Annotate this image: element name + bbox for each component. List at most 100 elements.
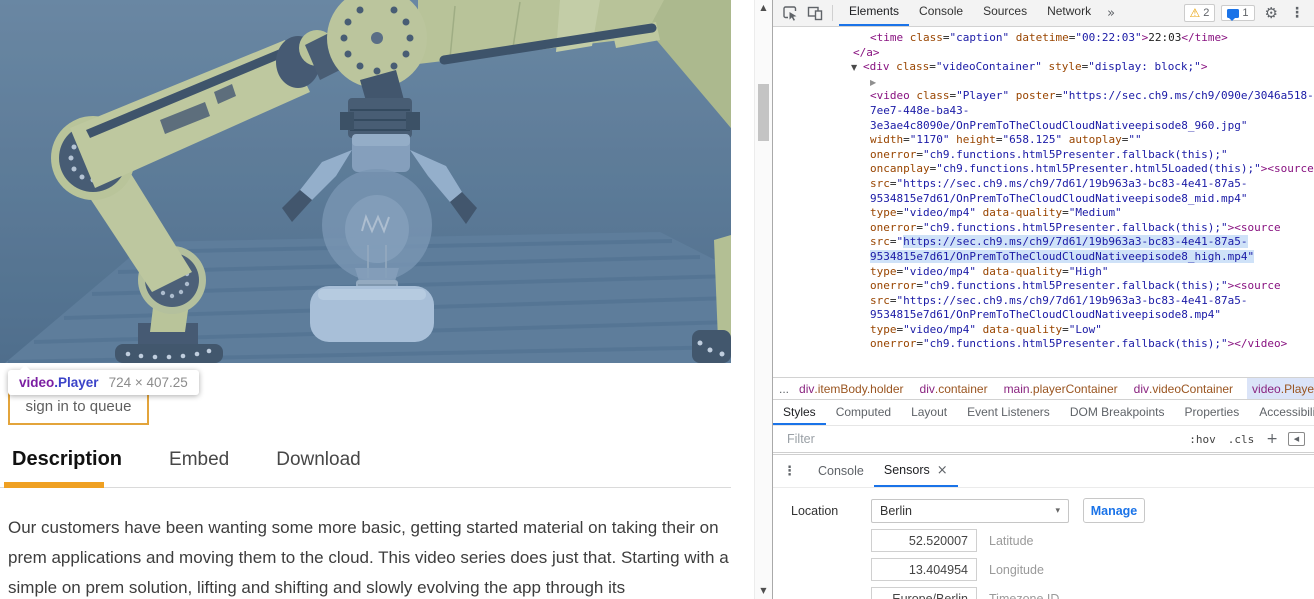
message-bubble-icon xyxy=(1227,8,1240,21)
breadcrumb-item-div[interactable]: div .container xyxy=(918,378,990,400)
devtools-tab-console[interactable]: Console xyxy=(909,0,973,26)
breadcrumb-item-div[interactable]: div .itemBody.holder xyxy=(797,378,906,400)
chevron-down-icon: ▾ xyxy=(1055,505,1060,516)
longitude-input[interactable]: 13.404954 xyxy=(871,558,977,581)
breadcrumb-item-main[interactable]: main .playerContainer xyxy=(1002,378,1120,400)
code-line[interactable]: onerror="ch9.functions.html5Presenter.fa… xyxy=(773,337,1314,352)
styles-tab-accessibility[interactable]: Accessibility xyxy=(1249,400,1314,425)
code-line[interactable]: 7ee7-448e-ba43- xyxy=(773,104,1314,119)
code-line[interactable]: type="video/mp4" data-quality="Low" xyxy=(773,323,1314,338)
styles-tab-computed[interactable]: Computed xyxy=(826,400,901,425)
tab-description[interactable]: Description xyxy=(12,448,122,471)
dock-sidebar-icon[interactable]: ◀ xyxy=(1288,432,1305,446)
scrollbar-thumb[interactable] xyxy=(758,84,769,141)
tooltip-element-dimensions: 724 × 407.25 xyxy=(108,375,188,390)
new-style-rule-button[interactable]: + xyxy=(1266,431,1278,447)
devtools-tab-elements[interactable]: Elements xyxy=(839,0,910,26)
location-select[interactable]: Berlin ▾ xyxy=(871,498,1069,523)
code-line[interactable]: src="https://sec.ch9.ms/ch9/7d61/19b963a… xyxy=(773,235,1314,250)
code-line[interactable]: <time class="caption" datetime="00:22:03… xyxy=(773,31,1314,46)
location-selected-value: Berlin xyxy=(880,503,912,518)
drawer-tab-sensors[interactable]: Sensors × xyxy=(873,455,958,487)
geolocation-field-row: 13.404954 Longitude xyxy=(871,558,1314,581)
warning-icon: ⚠ xyxy=(1189,6,1201,20)
active-tab-underline xyxy=(4,482,104,488)
sensors-panel: Location Berlin ▾ Manage 52.520007 Latitu… xyxy=(773,488,1314,599)
code-line[interactable]: </a> xyxy=(773,46,1314,61)
geolocation-field-row: Europe/Berlin Timezone ID xyxy=(871,587,1314,599)
breadcrumb-item-video[interactable]: video.Player xyxy=(1247,378,1314,400)
warning-count: 2 xyxy=(1203,7,1210,19)
inspect-element-icon[interactable] xyxy=(782,5,798,21)
code-line[interactable]: <video class="Player" poster="https://se… xyxy=(773,89,1314,104)
manage-locations-button[interactable]: Manage xyxy=(1083,498,1145,523)
elements-tree[interactable]: <time class="caption" datetime="00:22:03… xyxy=(773,26,1314,382)
devtools-panel: Elements Console Sources Network » ⚠ 2 1 ⚙ … xyxy=(772,0,1314,599)
screen: sign in to queue video .Player 724 × 407.… xyxy=(0,0,1314,599)
geolocation-field-row: 52.520007 Latitude xyxy=(871,529,1314,552)
code-line[interactable]: src="https://sec.ch9.ms/ch9/7d61/19b963a… xyxy=(773,177,1314,192)
tab-embed[interactable]: Embed xyxy=(169,449,229,471)
video-poster[interactable] xyxy=(0,0,731,363)
devtools-menu-icon[interactable]: ⋮ xyxy=(1290,5,1304,21)
devtools-tab-bar: Elements Console Sources Network xyxy=(839,0,1101,26)
styles-filter-bar: :hov .cls + ◀ xyxy=(773,426,1314,453)
inspect-tooltip: video .Player 724 × 407.25 xyxy=(8,365,199,395)
devtools-drawer: ⋮ Console Sensors × Location Berlin ▾ Mana… xyxy=(773,454,1314,599)
timezone-id-input[interactable]: Europe/Berlin xyxy=(871,587,977,599)
settings-gear-icon[interactable]: ⚙ xyxy=(1265,4,1278,22)
devtools-tab-sources[interactable]: Sources xyxy=(973,0,1037,26)
breadcrumb-item-div[interactable]: div .videoContainer xyxy=(1132,378,1235,400)
scrollbar-down-arrow-icon[interactable]: ▼ xyxy=(755,584,772,598)
styles-tab-event-listeners[interactable]: Event Listeners xyxy=(957,400,1060,425)
location-label: Location xyxy=(791,503,839,518)
timezone-id-label: Timezone ID xyxy=(989,591,1060,599)
message-count: 1 xyxy=(1242,7,1249,19)
warnings-badge[interactable]: ⚠ 2 xyxy=(1183,4,1216,22)
styles-tab-dom-breakpoints[interactable]: DOM Breakpoints xyxy=(1060,400,1175,425)
devtools-toolbar: Elements Console Sources Network » ⚠ 2 1 ⚙ … xyxy=(773,0,1314,27)
tooltip-element-tag: video xyxy=(19,375,55,390)
page-scrollbar[interactable]: ▲ ▼ xyxy=(754,0,772,599)
more-tabs-icon[interactable]: » xyxy=(1101,6,1121,21)
code-line[interactable]: 9534815e7d61/OnPremToTheCloudCloudNative… xyxy=(773,308,1314,323)
code-line[interactable]: 9534815e7d61/OnPremToTheCloudCloudNative… xyxy=(773,249,1314,265)
latitude-input[interactable]: 52.520007 xyxy=(871,529,977,552)
tab-download[interactable]: Download xyxy=(276,449,361,471)
messages-badge[interactable]: 1 xyxy=(1221,5,1255,21)
code-line[interactable]: onerror="ch9.functions.html5Presenter.fa… xyxy=(773,148,1314,163)
devtools-tab-network[interactable]: Network xyxy=(1037,0,1101,26)
device-toolbar-icon[interactable] xyxy=(807,5,823,21)
code-line[interactable]: type="video/mp4" data-quality="High" xyxy=(773,265,1314,280)
breadcrumb: ... div .itemBody.holder div .container main.… xyxy=(773,377,1314,400)
styles-filter-input[interactable] xyxy=(785,431,1178,447)
tabs-divider xyxy=(0,487,731,488)
code-line[interactable]: onerror="ch9.functions.html5Presenter.fa… xyxy=(773,279,1314,294)
code-line[interactable]: ▼ <div class="videoContainer" style="disp… xyxy=(773,60,1314,75)
code-line[interactable]: onerror="ch9.functions.html5Presenter.fa… xyxy=(773,221,1314,236)
code-line[interactable]: oncanplay="ch9.functions.html5Presenter.… xyxy=(773,162,1314,177)
toggle-class-button[interactable]: .cls xyxy=(1228,433,1255,446)
code-line[interactable]: ▶ xyxy=(773,75,1314,90)
code-line[interactable]: 9534815e7d61/OnPremToTheCloudCloudNative… xyxy=(773,192,1314,207)
video-description: Our customers have been wanting some mor… xyxy=(8,518,729,597)
styles-sidebar-tabs: Styles Computed Layout Event Listeners DOM B… xyxy=(773,399,1314,426)
latitude-label: Latitude xyxy=(989,533,1034,548)
code-line[interactable]: src="https://sec.ch9.ms/ch9/7d61/19b963a… xyxy=(773,294,1314,309)
longitude-label: Longitude xyxy=(989,562,1044,577)
toggle-hover-state-button[interactable]: :hov xyxy=(1189,433,1216,446)
scrollbar-up-arrow-icon[interactable]: ▲ xyxy=(755,1,772,15)
content-tabs: Description Embed Download xyxy=(12,448,361,471)
drawer-tab-bar: Console Sensors × xyxy=(808,455,958,487)
drawer-menu-icon[interactable]: ⋮ xyxy=(783,464,796,479)
styles-tab-layout[interactable]: Layout xyxy=(901,400,957,425)
drawer-tab-console[interactable]: Console xyxy=(808,455,874,487)
code-line[interactable]: 3e3ae4c8090e/OnPremToTheCloudCloudNative… xyxy=(773,119,1314,134)
styles-tab-properties[interactable]: Properties xyxy=(1175,400,1250,425)
robot-illustration xyxy=(0,0,731,363)
styles-tab-styles[interactable]: Styles xyxy=(773,400,826,425)
code-line[interactable]: type="video/mp4" data-quality="Medium" xyxy=(773,206,1314,221)
code-line[interactable]: width="1170" height="658.125" autoplay="… xyxy=(773,133,1314,148)
close-icon[interactable]: × xyxy=(937,463,948,478)
breadcrumb-overflow[interactable]: ... xyxy=(779,378,789,400)
